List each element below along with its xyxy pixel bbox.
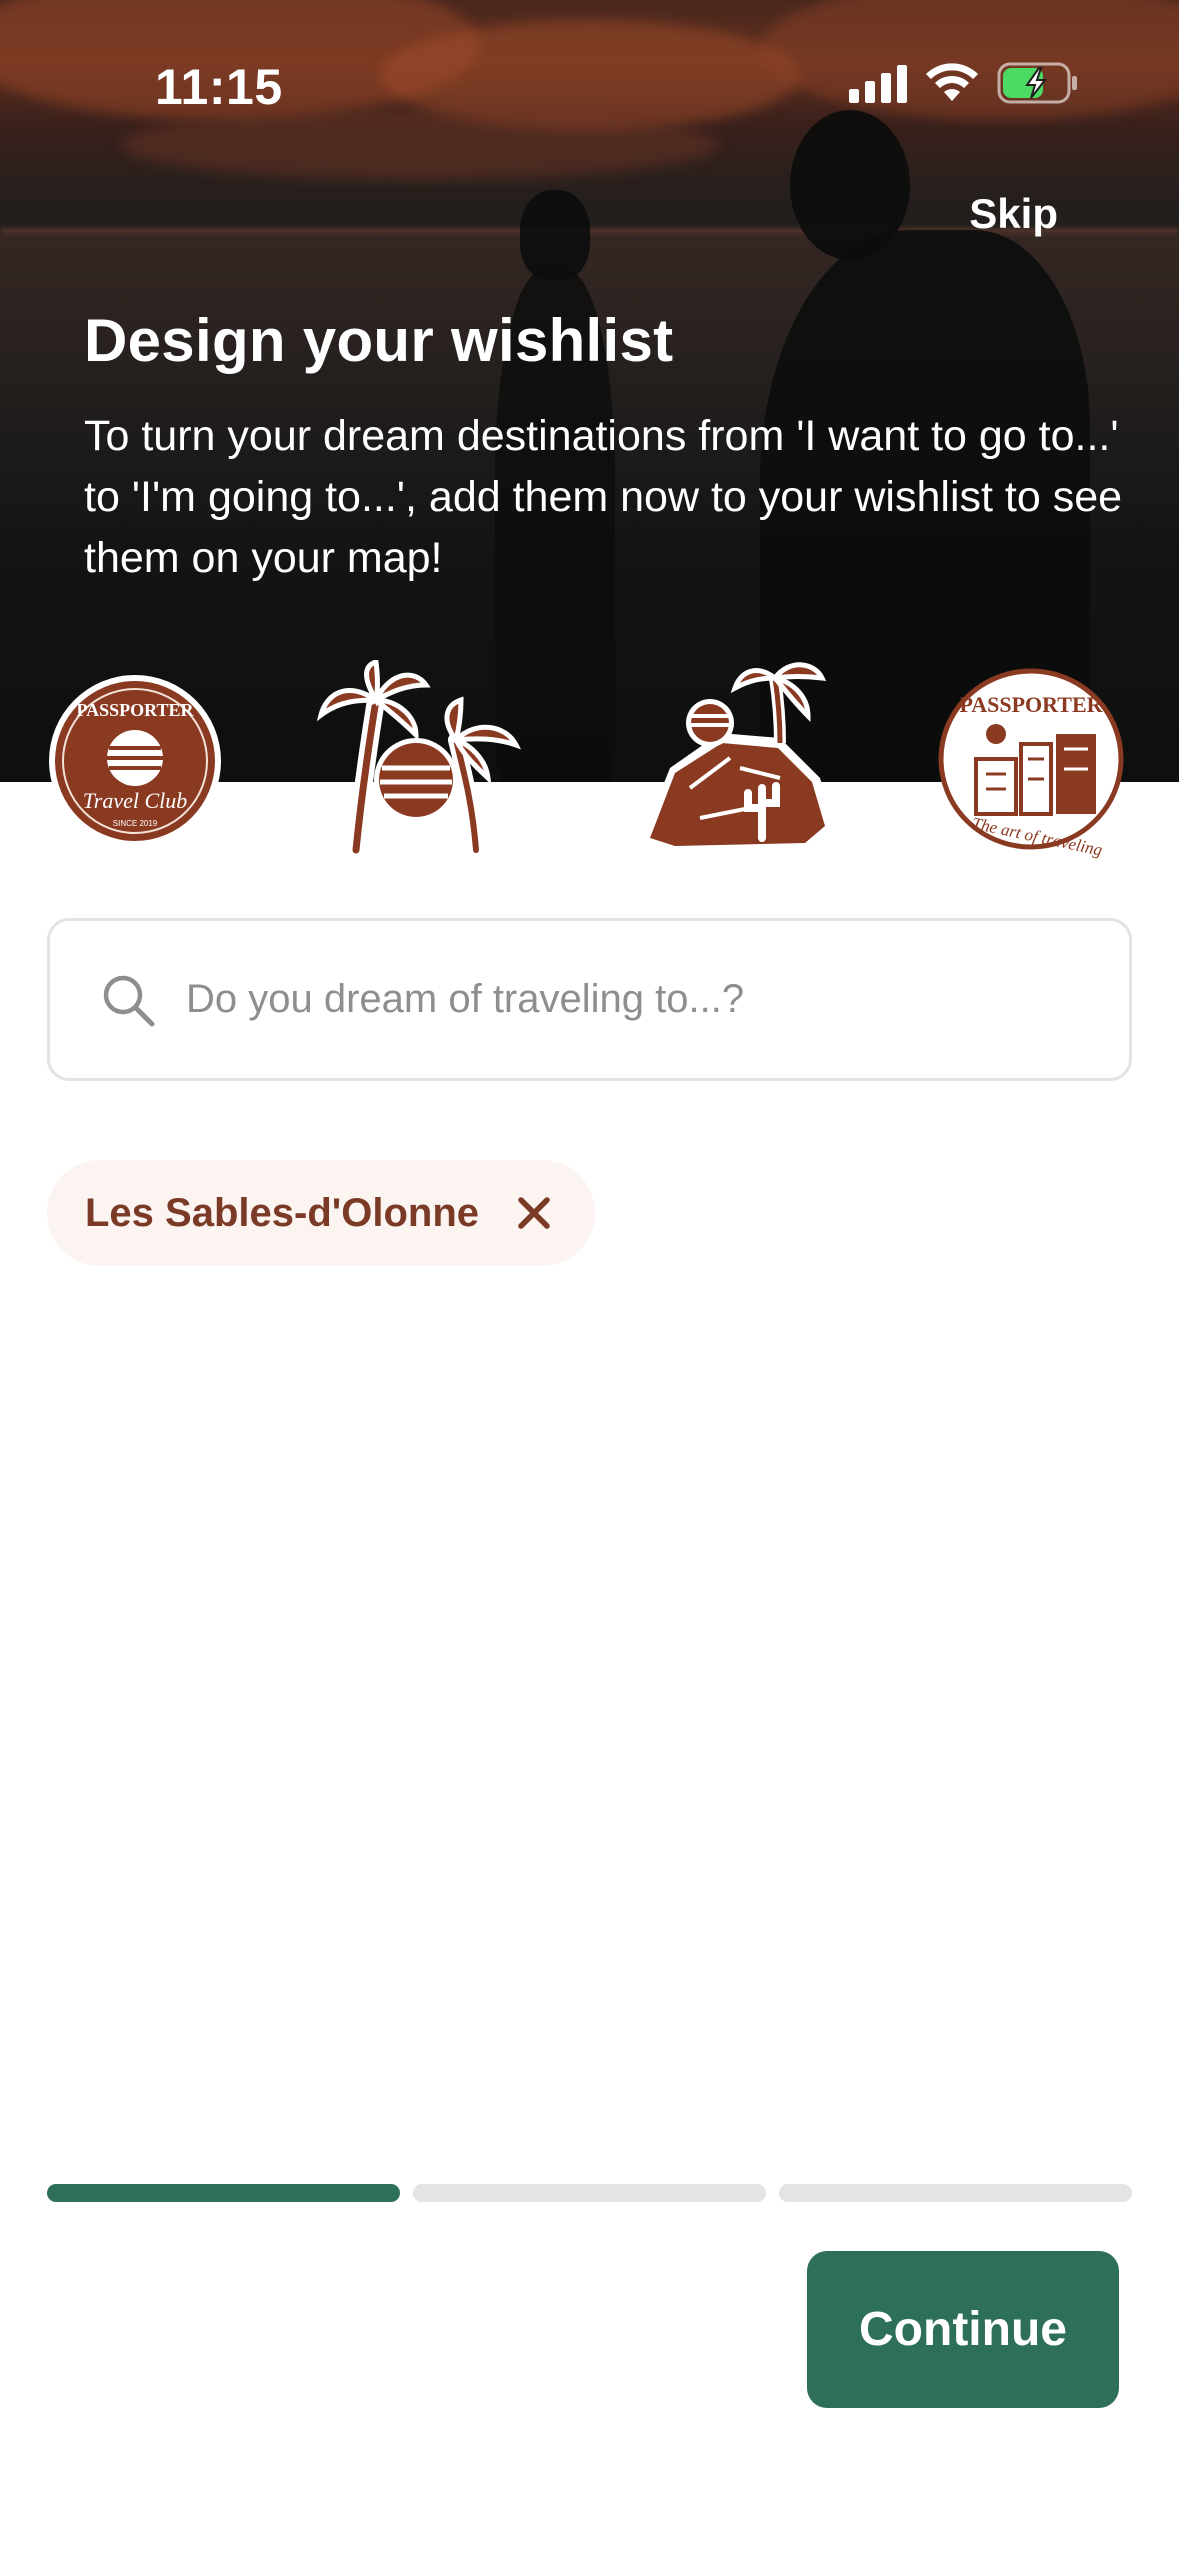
status-icons [849, 62, 1079, 104]
search-icon [103, 975, 155, 1026]
sticker-script: Travel Club [83, 788, 188, 813]
destination-chip-label: Les Sables-d'Olonne [85, 1190, 480, 1235]
wifi-icon [926, 63, 978, 101]
passporter-town-sticker: PASSPORTER The art of traveling [938, 668, 1124, 860]
remove-destination-close-icon[interactable] [517, 1196, 551, 1230]
sticker-text: PASSPORTER [959, 692, 1103, 717]
progress-step-3 [779, 2184, 1132, 2202]
search-input[interactable] [186, 977, 1086, 1022]
person-silhouette [520, 190, 590, 280]
palm-globe-sticker [316, 660, 522, 859]
status-time: 11:15 [155, 59, 283, 115]
progress-step-2 [413, 2184, 766, 2202]
skip-button[interactable]: Skip [969, 190, 1058, 238]
travel-club-badge-sticker: PASSPORTER Travel Club SINCE 2019 [49, 675, 221, 847]
onboarding-progress [47, 2184, 1132, 2202]
page-subtitle: To turn your dream destinations from 'I … [84, 412, 1123, 582]
sticker-since: SINCE 2019 [113, 819, 158, 828]
destination-search-bar[interactable] [47, 918, 1132, 1081]
cellular-signal-icon [849, 63, 907, 103]
sticker-text: PASSPORTER [76, 700, 194, 720]
progress-step-1 [47, 2184, 400, 2202]
continue-button[interactable]: Continue [807, 2251, 1119, 2408]
page-title: Design your wishlist [84, 307, 674, 374]
cloud [120, 110, 720, 180]
desert-cactus-sticker [640, 662, 835, 853]
battery-charging-icon [997, 62, 1077, 104]
destination-chip: Les Sables-d'Olonne [47, 1160, 596, 1266]
